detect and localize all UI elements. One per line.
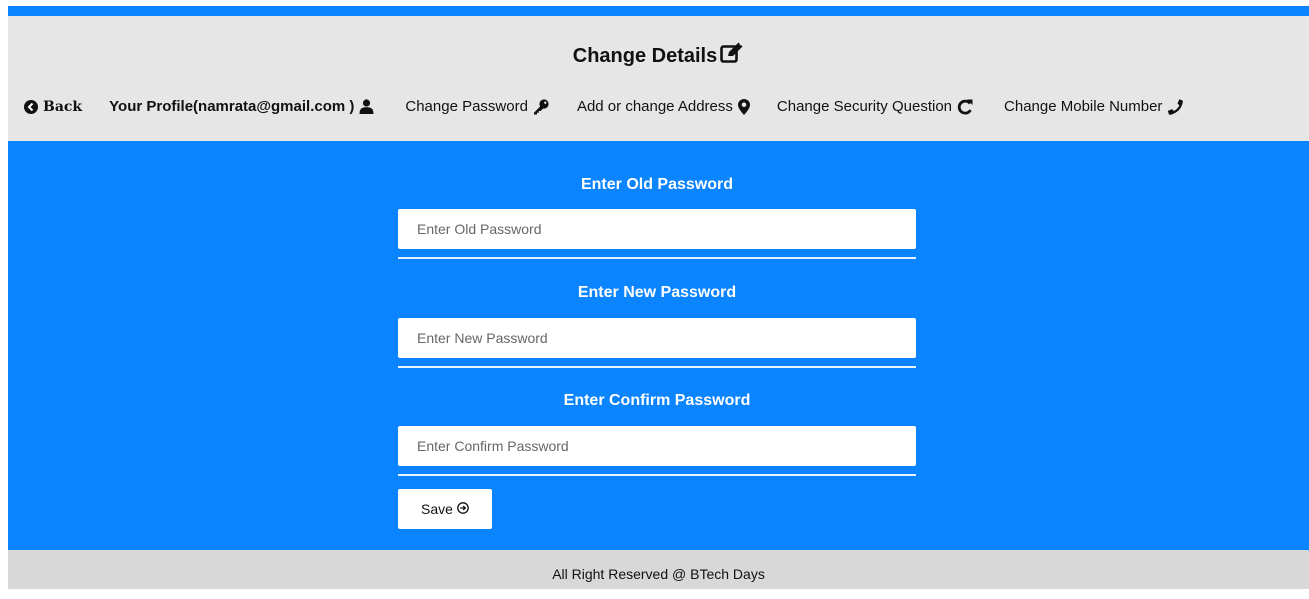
top-accent-bar: [8, 6, 1309, 16]
nav-item-change-password-label: Change Password: [405, 98, 528, 115]
nav-item-change-password[interactable]: Change Password: [405, 98, 549, 115]
footer: All Right Reserved @ BTech Days: [8, 550, 1309, 589]
nav-item-mobile-number-label: Change Mobile Number: [1004, 98, 1163, 115]
confirm-password-field[interactable]: [398, 426, 916, 466]
arrow-left-circle-icon: [24, 99, 38, 114]
divider: [398, 257, 916, 259]
page-title-text: Change Details: [572, 44, 718, 67]
refresh-icon: [957, 99, 973, 115]
old-password-field[interactable]: [398, 209, 916, 249]
old-password-label: Enter Old Password: [580, 176, 734, 193]
back-link[interactable]: Back: [24, 99, 82, 115]
map-marker-icon: [737, 98, 750, 115]
nav-bar: Back Your Profile(namrata@gmail.com ) Ch…: [8, 98, 1309, 115]
nav-item-address[interactable]: Add or change Address: [577, 98, 750, 115]
header: Change Details Back Your Profile(namrata…: [8, 16, 1309, 141]
nav-item-security-question[interactable]: Change Security Question: [777, 98, 973, 115]
edit-icon: [720, 42, 744, 70]
phone-icon: [1167, 98, 1184, 115]
save-button[interactable]: Save: [398, 489, 492, 529]
confirm-password-label: Enter Confirm Password: [563, 392, 751, 409]
key-icon: [533, 98, 549, 115]
new-password-label: Enter New Password: [577, 284, 737, 301]
nav-item-profile[interactable]: Your Profile(namrata@gmail.com ): [109, 98, 374, 115]
save-button-label: Save: [421, 501, 453, 517]
nav-item-profile-label: Your Profile(namrata@gmail.com ): [109, 98, 355, 115]
nav-item-address-label: Add or change Address: [576, 98, 733, 115]
arrow-right-circle-icon: [457, 501, 469, 517]
divider: [398, 366, 916, 368]
user-icon: [359, 99, 374, 114]
page: Change Details Back Your Profile(namrata…: [8, 6, 1309, 589]
new-password-field[interactable]: [398, 318, 916, 358]
back-label: Back: [43, 98, 83, 115]
nav-item-security-question-label: Change Security Question: [776, 98, 953, 115]
footer-text: All Right Reserved @ BTech Days: [552, 566, 765, 582]
divider: [398, 474, 916, 476]
nav-item-mobile-number[interactable]: Change Mobile Number: [1004, 98, 1184, 115]
page-title: Change Details: [8, 16, 1309, 72]
main-panel: Enter Old Password Enter New Password En…: [8, 141, 1309, 550]
